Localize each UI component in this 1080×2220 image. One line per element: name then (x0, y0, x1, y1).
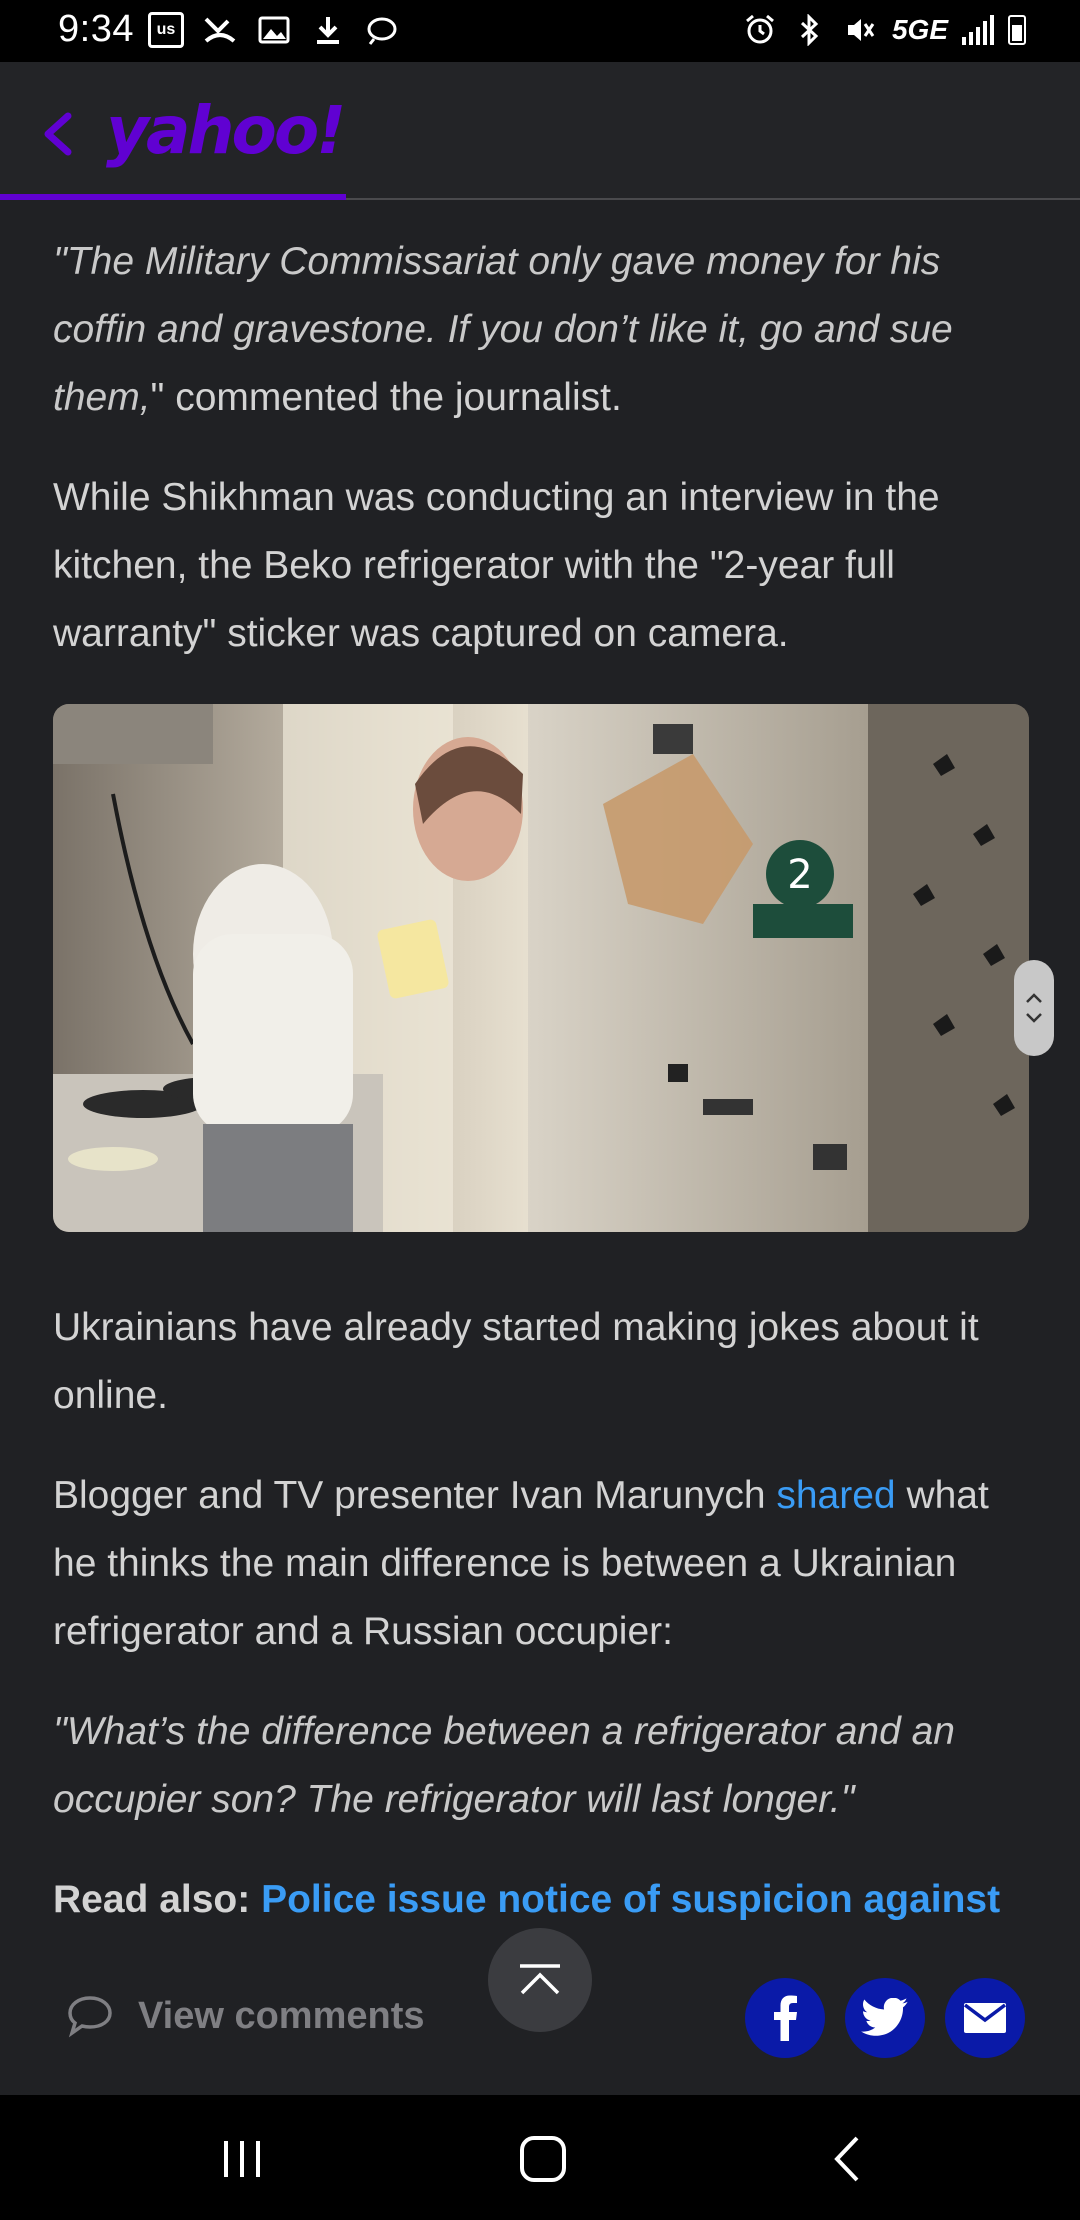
twitter-share-button[interactable] (845, 1978, 925, 2058)
facebook-share-button[interactable] (745, 1978, 825, 2058)
home-icon (520, 2136, 566, 2182)
alarm-icon (742, 12, 778, 48)
download-icon (310, 12, 346, 48)
chevron-up-icon (1026, 993, 1042, 1003)
read-also: Read also: Police issue notice of suspic… (53, 1866, 1033, 1934)
reading-progress-bar (0, 194, 1080, 200)
back-button[interactable] (36, 104, 80, 164)
view-comments-label: View comments (138, 1994, 425, 2037)
comment-icon (68, 1996, 112, 2038)
mail-icon (963, 2003, 1007, 2033)
bluetooth-icon (792, 12, 828, 48)
us-badge-icon: us (148, 12, 184, 48)
quote-attribution: " commented the journalist. (150, 376, 622, 419)
back-icon (834, 2136, 859, 2182)
status-time: 9:34 (58, 8, 134, 50)
kitchen-photo: 2 (53, 704, 1029, 1232)
article-body: "The Military Commissariat only gave mon… (53, 228, 1033, 1934)
paragraph-blogger: Blogger and TV presenter Ivan Marunych s… (53, 1462, 1033, 1666)
quote-paragraph: "The Military Commissariat only gave mon… (53, 228, 1033, 432)
paragraph-jokes: Ukrainians have already started making j… (53, 1306, 979, 1417)
home-button[interactable] (513, 2129, 573, 2189)
yahoo-logo[interactable]: yahoo! (106, 92, 346, 169)
cast-icon (364, 12, 400, 48)
chevron-down-icon (1026, 1013, 1042, 1023)
app-header: yahoo! (0, 62, 1080, 200)
system-nav-bar (0, 2095, 1080, 2220)
scroll-handle[interactable] (1014, 960, 1054, 1056)
shared-link[interactable]: shared (776, 1474, 895, 1517)
scroll-to-top-button[interactable] (488, 1928, 592, 2032)
5g-icon: 5GE (891, 14, 948, 45)
status-right-icons: 5GE (742, 12, 1026, 48)
read-also-link[interactable]: Police issue notice of suspicion against (261, 1878, 1000, 1921)
recents-button[interactable] (212, 2129, 272, 2189)
svg-text:2: 2 (787, 852, 812, 898)
signal-icon (962, 15, 994, 45)
reading-progress-fill (0, 194, 346, 200)
recents-icon (224, 2141, 260, 2177)
missed-call-icon (202, 12, 238, 48)
image-icon (256, 12, 292, 48)
battery-icon (1008, 15, 1026, 45)
joke-quote: "What’s the difference between a refrige… (53, 1710, 955, 1821)
mail-share-button[interactable] (945, 1978, 1025, 2058)
arrow-up-icon (520, 1964, 560, 1995)
blogger-text-start: Blogger and TV presenter Ivan Marunych (53, 1474, 777, 1517)
status-bar: 9:34 us 5GE (0, 0, 1080, 62)
status-left-icons: us (148, 12, 400, 48)
chevron-left-icon (44, 112, 72, 156)
paragraph-refrigerator: While Shikhman was conducting an intervi… (53, 476, 940, 655)
read-also-label: Read also: (53, 1878, 262, 1921)
system-back-button[interactable] (817, 2129, 877, 2189)
view-comments-button[interactable]: View comments (66, 1994, 425, 2038)
twitter-icon (861, 1998, 908, 2036)
article-image[interactable]: 2 (53, 704, 1029, 1232)
mute-icon (842, 12, 878, 48)
facebook-icon (774, 1995, 797, 2041)
